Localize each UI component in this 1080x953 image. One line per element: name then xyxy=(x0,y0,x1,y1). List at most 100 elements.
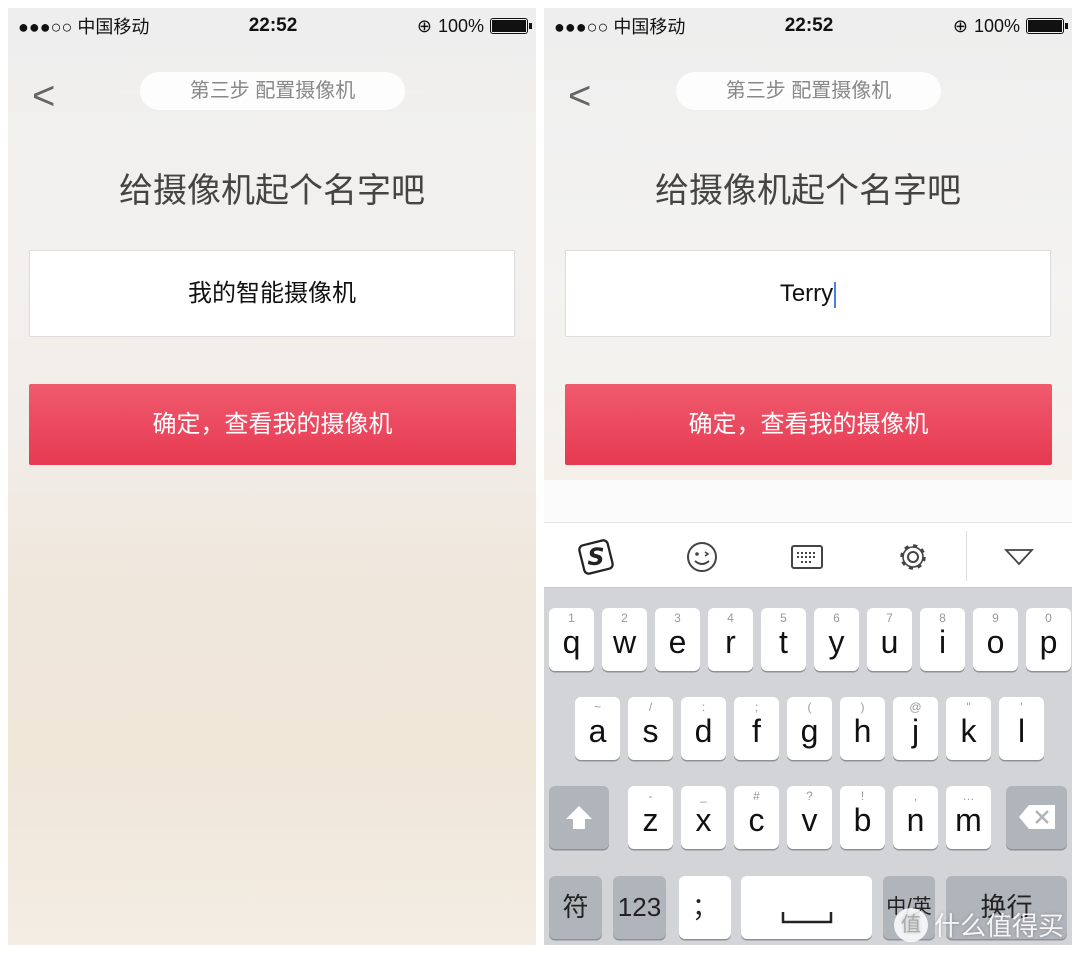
key-letter: b xyxy=(853,802,872,838)
emoji-icon[interactable] xyxy=(682,537,722,577)
status-bar: ●●●○○ 中国移动 22:52 ⊕ 100% xyxy=(18,14,532,38)
keyboard-icon[interactable] xyxy=(787,537,827,577)
space-key[interactable] xyxy=(741,876,872,939)
back-chevron-icon[interactable]: < xyxy=(568,74,591,119)
key-letter: h xyxy=(853,713,872,749)
key-s[interactable]: / s xyxy=(628,697,673,760)
key-u[interactable]: 7u xyxy=(867,608,912,671)
key-z[interactable]: -z xyxy=(628,786,673,849)
input-value: 我的智能摄像机 xyxy=(188,280,356,307)
key-secondary: ( xyxy=(807,700,812,714)
key-letter: s xyxy=(642,713,659,749)
shift-key[interactable] xyxy=(549,786,609,849)
key-secondary: 8 xyxy=(939,611,946,625)
key-t[interactable]: 5t xyxy=(761,608,806,671)
key-l[interactable]: ' l xyxy=(999,697,1044,760)
battery-icon xyxy=(1026,18,1068,34)
key-letter: v xyxy=(801,802,818,838)
key-secondary: # xyxy=(753,789,760,803)
step-label: 第三步 配置摄像机 xyxy=(676,72,941,110)
camera-name-input[interactable]: 我的智能摄像机 xyxy=(29,250,515,337)
numbers-key[interactable]: 123 xyxy=(613,876,666,939)
key-secondary: ) xyxy=(860,700,865,714)
key-g[interactable]: (g xyxy=(787,697,832,760)
key-secondary: _ xyxy=(700,789,707,803)
key-secondary: 5 xyxy=(780,611,787,625)
keyboard: 1 q 2 w 3 e 4 r 5 t 6 y 7 u 8 i 9 o 0 p ~ a / s: d; f(g) h @ j " k ' l - z… xyxy=(544,588,1072,945)
key-secondary: 3 xyxy=(674,611,681,625)
punctuation-key[interactable]: ； xyxy=(679,876,731,939)
step-label: 第三步 配置摄像机 xyxy=(140,72,405,110)
key-letter: l xyxy=(1017,713,1026,749)
key-letter: z xyxy=(642,802,659,838)
toolbar-divider xyxy=(966,531,967,581)
svg-text:S: S xyxy=(587,543,604,571)
key-n[interactable]: ,n xyxy=(893,786,938,849)
key-secondary: ~ xyxy=(593,700,601,714)
key-letter: n xyxy=(906,802,925,838)
key-m[interactable]: … m xyxy=(946,786,991,849)
key-letter: f xyxy=(752,713,761,749)
key-c[interactable]: # c xyxy=(734,786,779,849)
left-screen: ●●●○○ 中国移动 22:52 ⊕ 100% < 第三步 配置摄像机 给摄像机起… xyxy=(8,8,536,945)
key-letter: a xyxy=(588,713,607,749)
collapse-icon[interactable] xyxy=(999,537,1039,577)
key-letter: u xyxy=(880,624,899,660)
key-letter: j xyxy=(911,713,920,749)
key-secondary: 0 xyxy=(1045,611,1052,625)
key-letter: x xyxy=(695,802,712,838)
key-p[interactable]: 0p xyxy=(1026,608,1071,671)
key-letter: p xyxy=(1039,624,1058,660)
key-letter: k xyxy=(960,713,977,749)
watermark-badge: 值 xyxy=(893,907,928,942)
key-k[interactable]: " k xyxy=(946,697,991,760)
key-b[interactable]: ! b xyxy=(840,786,885,849)
key-secondary: 9 xyxy=(992,611,999,625)
shift-arrow-icon xyxy=(566,806,592,829)
key-j[interactable]: @ j xyxy=(893,697,938,760)
confirm-button[interactable]: 确定，查看我的摄像机 xyxy=(29,384,516,465)
key-w[interactable]: 2w xyxy=(602,608,647,671)
delete-key[interactable] xyxy=(1006,786,1067,849)
key-secondary: @ xyxy=(909,700,922,714)
key-o[interactable]: 9o xyxy=(973,608,1018,671)
key-secondary: 6 xyxy=(833,611,840,625)
confirm-button[interactable]: 确定，查看我的摄像机 xyxy=(565,384,1052,465)
symbols-key[interactable]: 符 xyxy=(549,876,602,939)
space-bar-icon xyxy=(781,912,832,924)
camera-name-input[interactable]: Terry xyxy=(565,250,1051,337)
settings-icon[interactable] xyxy=(893,537,933,577)
back-chevron-icon[interactable]: < xyxy=(32,74,55,119)
key-x[interactable]: _ x xyxy=(681,786,726,849)
key-letter: w xyxy=(612,624,637,660)
status-bar: ●●●○○ 中国移动 22:52 ⊕ 100% xyxy=(554,14,1068,38)
key-i[interactable]: 8i xyxy=(920,608,965,671)
key-y[interactable]: 6y xyxy=(814,608,859,671)
key-secondary: , xyxy=(913,789,918,803)
page-title: 给摄像机起个名字吧 xyxy=(119,172,425,210)
key-letter: t xyxy=(779,624,788,660)
clock: 22:52 xyxy=(784,15,834,36)
key-secondary: : xyxy=(701,700,706,714)
key-q[interactable]: 1q xyxy=(549,608,594,671)
key-a[interactable]: ~ a xyxy=(575,697,620,760)
right-screen: ●●●○○ 中国移动 22:52 ⊕ 100% < 第三步 配置摄像机 给摄像机起… xyxy=(544,8,1072,945)
backspace-icon xyxy=(1018,805,1055,829)
key-h[interactable]: ) h xyxy=(840,697,885,760)
key-secondary: 2 xyxy=(621,611,628,625)
key-secondary: ! xyxy=(860,789,865,803)
page-title: 给摄像机起个名字吧 xyxy=(655,172,961,210)
text-caret xyxy=(834,281,837,308)
ime-toolbar: S xyxy=(544,522,1072,588)
key-f[interactable]: ; f xyxy=(734,697,779,760)
key-d[interactable]: :d xyxy=(681,697,726,760)
key-e[interactable]: 3e xyxy=(655,608,700,671)
clock: 22:52 xyxy=(248,15,298,36)
sogou-logo-icon[interactable]: S xyxy=(576,537,616,577)
key-secondary: - xyxy=(648,789,653,803)
key-v[interactable]: ? v xyxy=(787,786,832,849)
key-secondary: " xyxy=(966,700,971,714)
key-secondary: ' xyxy=(1020,700,1023,714)
key-letter: d xyxy=(694,713,713,749)
key-r[interactable]: 4r xyxy=(708,608,753,671)
